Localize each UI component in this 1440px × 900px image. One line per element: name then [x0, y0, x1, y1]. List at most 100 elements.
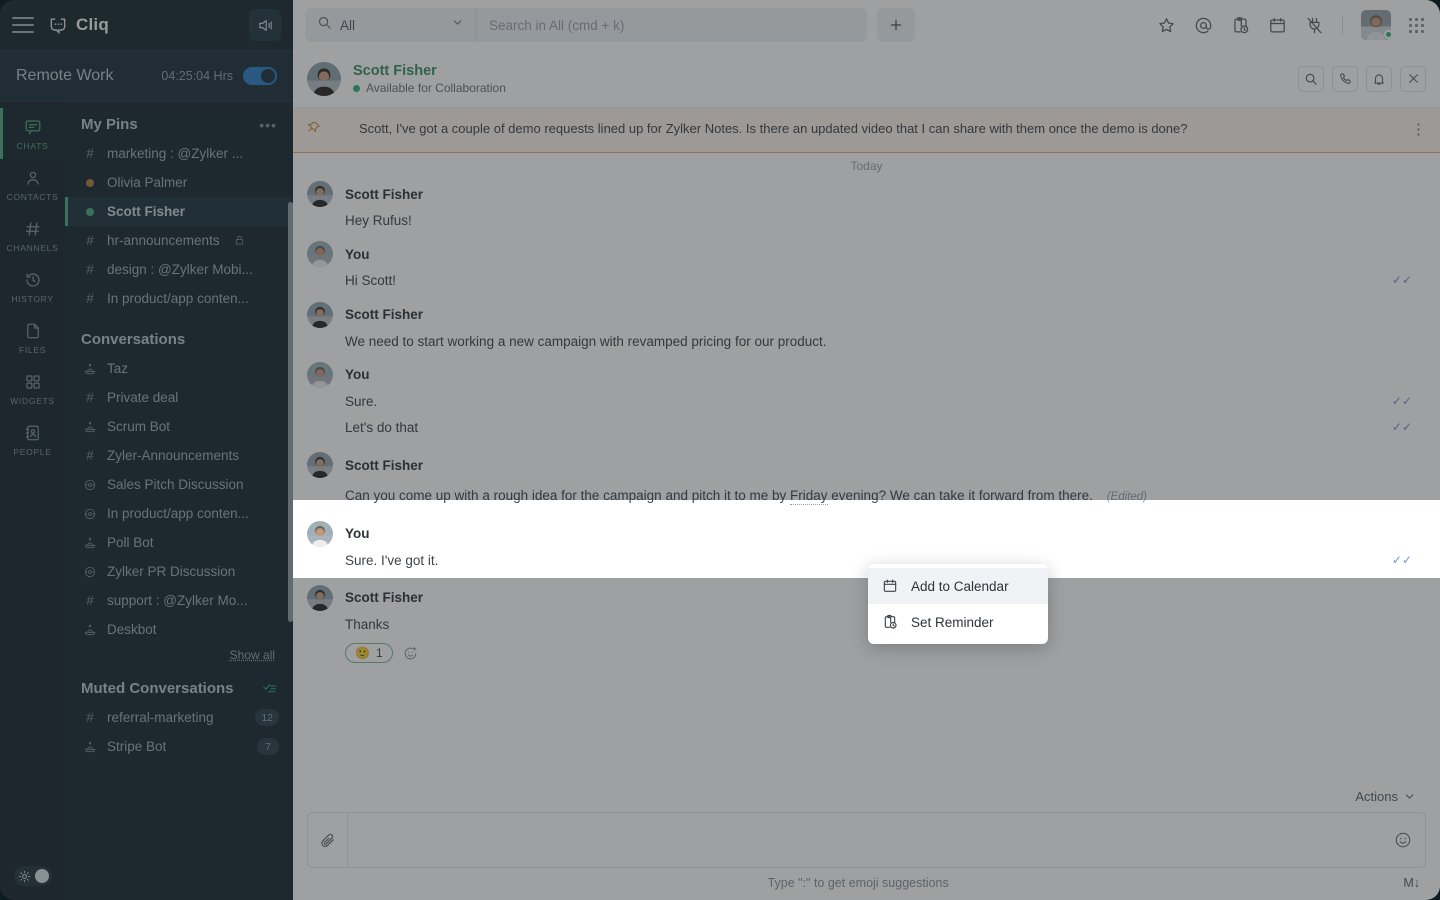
- edited-label: (Edited): [1106, 491, 1147, 504]
- app-grid-icon[interactable]: [1409, 17, 1424, 33]
- avatar: [307, 301, 333, 328]
- markdown-toggle[interactable]: M↓: [1403, 876, 1420, 890]
- chat-identity: Scott Fisher Available for Collaboration: [353, 62, 506, 95]
- sidebar-item-channels[interactable]: CHANNELS: [0, 210, 65, 261]
- chevron-down-icon: [451, 16, 464, 34]
- list-item-label: Deskbot: [107, 622, 157, 637]
- reminder-icon[interactable]: [1231, 16, 1250, 35]
- left-sidebar: Cliq Remote Work 04:25:04 Hrs CHATS CONT…: [0, 0, 293, 900]
- bell-icon[interactable]: [1366, 65, 1392, 92]
- list-item[interactable]: Scrum Bot: [65, 412, 293, 441]
- message-body: Can you come up with a rough idea for th…: [307, 486, 1426, 506]
- hash-icon: #: [86, 291, 94, 306]
- theme-toggle[interactable]: [13, 866, 52, 886]
- composer-hint-row: Type ":" to get emoji suggestions M↓: [307, 868, 1426, 892]
- list-item[interactable]: In product/app conten...: [65, 499, 293, 528]
- list-item-label: support : @Zylker Mo...: [107, 593, 248, 608]
- mention-icon[interactable]: [1194, 16, 1213, 35]
- message-header: You: [307, 520, 1426, 547]
- menu-item-add-to-calendar[interactable]: Add to Calendar: [868, 568, 1048, 604]
- widgets-icon: [24, 373, 42, 391]
- read-receipt-icon: ✓✓: [1391, 273, 1412, 288]
- actions-button[interactable]: Actions: [1355, 789, 1416, 804]
- list-item-label: Taz: [107, 361, 129, 376]
- add-reaction-icon[interactable]: [403, 646, 418, 661]
- list-item[interactable]: # hr-announcements: [65, 226, 293, 255]
- message-input[interactable]: [348, 812, 1381, 868]
- avatar: [307, 361, 333, 388]
- list-item[interactable]: Olivia Palmer: [65, 168, 293, 197]
- message-body: We need to start working a new campaign …: [307, 332, 1426, 352]
- star-icon[interactable]: [1157, 16, 1176, 35]
- list-item[interactable]: # In product/app conten...: [65, 284, 293, 313]
- message-author: Scott Fisher: [345, 186, 424, 202]
- list-item[interactable]: # Zyler-Announcements: [65, 441, 293, 470]
- list-item[interactable]: # referral-marketing 12: [65, 703, 293, 732]
- list-item[interactable]: Deskbot: [65, 615, 293, 644]
- list-item[interactable]: Stripe Bot 7: [65, 732, 293, 761]
- person-icon: [24, 169, 42, 187]
- sidebar-item-label: CHANNELS: [6, 243, 59, 253]
- file-icon: [24, 322, 42, 340]
- sidebar-item-widgets[interactable]: WIDGETS: [0, 363, 65, 414]
- sidebar-item-history[interactable]: HISTORY: [0, 261, 65, 312]
- list-item-scott-fisher[interactable]: Scott Fisher: [65, 197, 293, 226]
- list-item-label: Zylker PR Discussion: [107, 564, 236, 579]
- message-composer[interactable]: [307, 812, 1426, 868]
- sidebar-item-files[interactable]: FILES: [0, 312, 65, 363]
- list-item[interactable]: Taz: [65, 354, 293, 383]
- speaker-icon[interactable]: [249, 9, 281, 41]
- menu-item-set-reminder[interactable]: Set Reminder: [868, 604, 1048, 640]
- reaction-chip[interactable]: 🙂 1: [345, 643, 393, 664]
- message-header: You: [307, 361, 1426, 388]
- sidebar-item-people[interactable]: PEOPLE: [0, 414, 65, 465]
- mark-read-icon[interactable]: [262, 681, 277, 696]
- people-icon: [24, 424, 42, 442]
- section-title: Muted Conversations: [81, 680, 234, 697]
- attachment-icon[interactable]: [308, 812, 348, 868]
- search-scope-dropdown[interactable]: All: [305, 8, 477, 42]
- pinned-more-icon[interactable]: ⋮: [1411, 120, 1426, 138]
- menu-icon[interactable]: [12, 17, 34, 33]
- sidebar-item-contacts[interactable]: CONTACTS: [0, 159, 65, 210]
- hash-icon: #: [86, 593, 94, 608]
- list-item-label: hr-announcements: [107, 233, 220, 248]
- calendar-icon[interactable]: [1268, 16, 1287, 35]
- pinned-message-banner[interactable]: Scott, I've got a couple of demo request…: [293, 108, 1440, 154]
- cliq-logo-icon: [48, 15, 68, 35]
- show-all-link[interactable]: Show all: [65, 644, 293, 670]
- list-item[interactable]: Zylker PR Discussion: [65, 557, 293, 586]
- conversation-list[interactable]: My Pins ••• # marketing : @Zylker ... Ol…: [65, 102, 293, 900]
- status-name: Remote Work: [16, 67, 114, 84]
- message-text-content: Sure. I've got it.: [345, 552, 439, 568]
- list-item[interactable]: Sales Pitch Discussion: [65, 470, 293, 499]
- message-author: You: [345, 367, 370, 383]
- plug-icon[interactable]: [1305, 16, 1324, 35]
- search-input[interactable]: [477, 8, 867, 42]
- list-item[interactable]: Poll Bot: [65, 528, 293, 557]
- list-item[interactable]: # support : @Zylker Mo...: [65, 586, 293, 615]
- list-item[interactable]: # design : @Zylker Mobi...: [65, 255, 293, 284]
- smart-date-link[interactable]: Friday: [790, 488, 828, 506]
- avatar: [307, 181, 333, 208]
- avatar[interactable]: [1361, 10, 1391, 40]
- emoji-picker-icon[interactable]: [1381, 831, 1425, 849]
- sidebar-item-label: CHATS: [16, 141, 49, 151]
- more-options-icon[interactable]: •••: [259, 117, 277, 133]
- nav-rail: CHATS CONTACTS CHANNELS HISTORY FILES WI…: [0, 102, 65, 900]
- status-toggle[interactable]: [243, 67, 277, 85]
- call-icon[interactable]: [1332, 65, 1358, 92]
- sidebar-item-chats[interactable]: CHATS: [0, 108, 65, 159]
- close-icon[interactable]: [1400, 65, 1426, 92]
- actions-label: Actions: [1355, 789, 1398, 804]
- sidebar-item-label: HISTORY: [11, 294, 54, 304]
- new-chat-button[interactable]: [877, 8, 915, 42]
- reaction-count: 1: [375, 646, 383, 661]
- list-item[interactable]: # Private deal: [65, 383, 293, 412]
- list-item[interactable]: # marketing : @Zylker ...: [65, 139, 293, 168]
- search-icon[interactable]: [1298, 65, 1324, 92]
- history-icon: [24, 271, 42, 289]
- message-item-highlighted: Scott Fisher Can you come up with a roug…: [293, 442, 1440, 510]
- app-brand: Cliq: [48, 15, 109, 35]
- hash-icon: [24, 220, 42, 238]
